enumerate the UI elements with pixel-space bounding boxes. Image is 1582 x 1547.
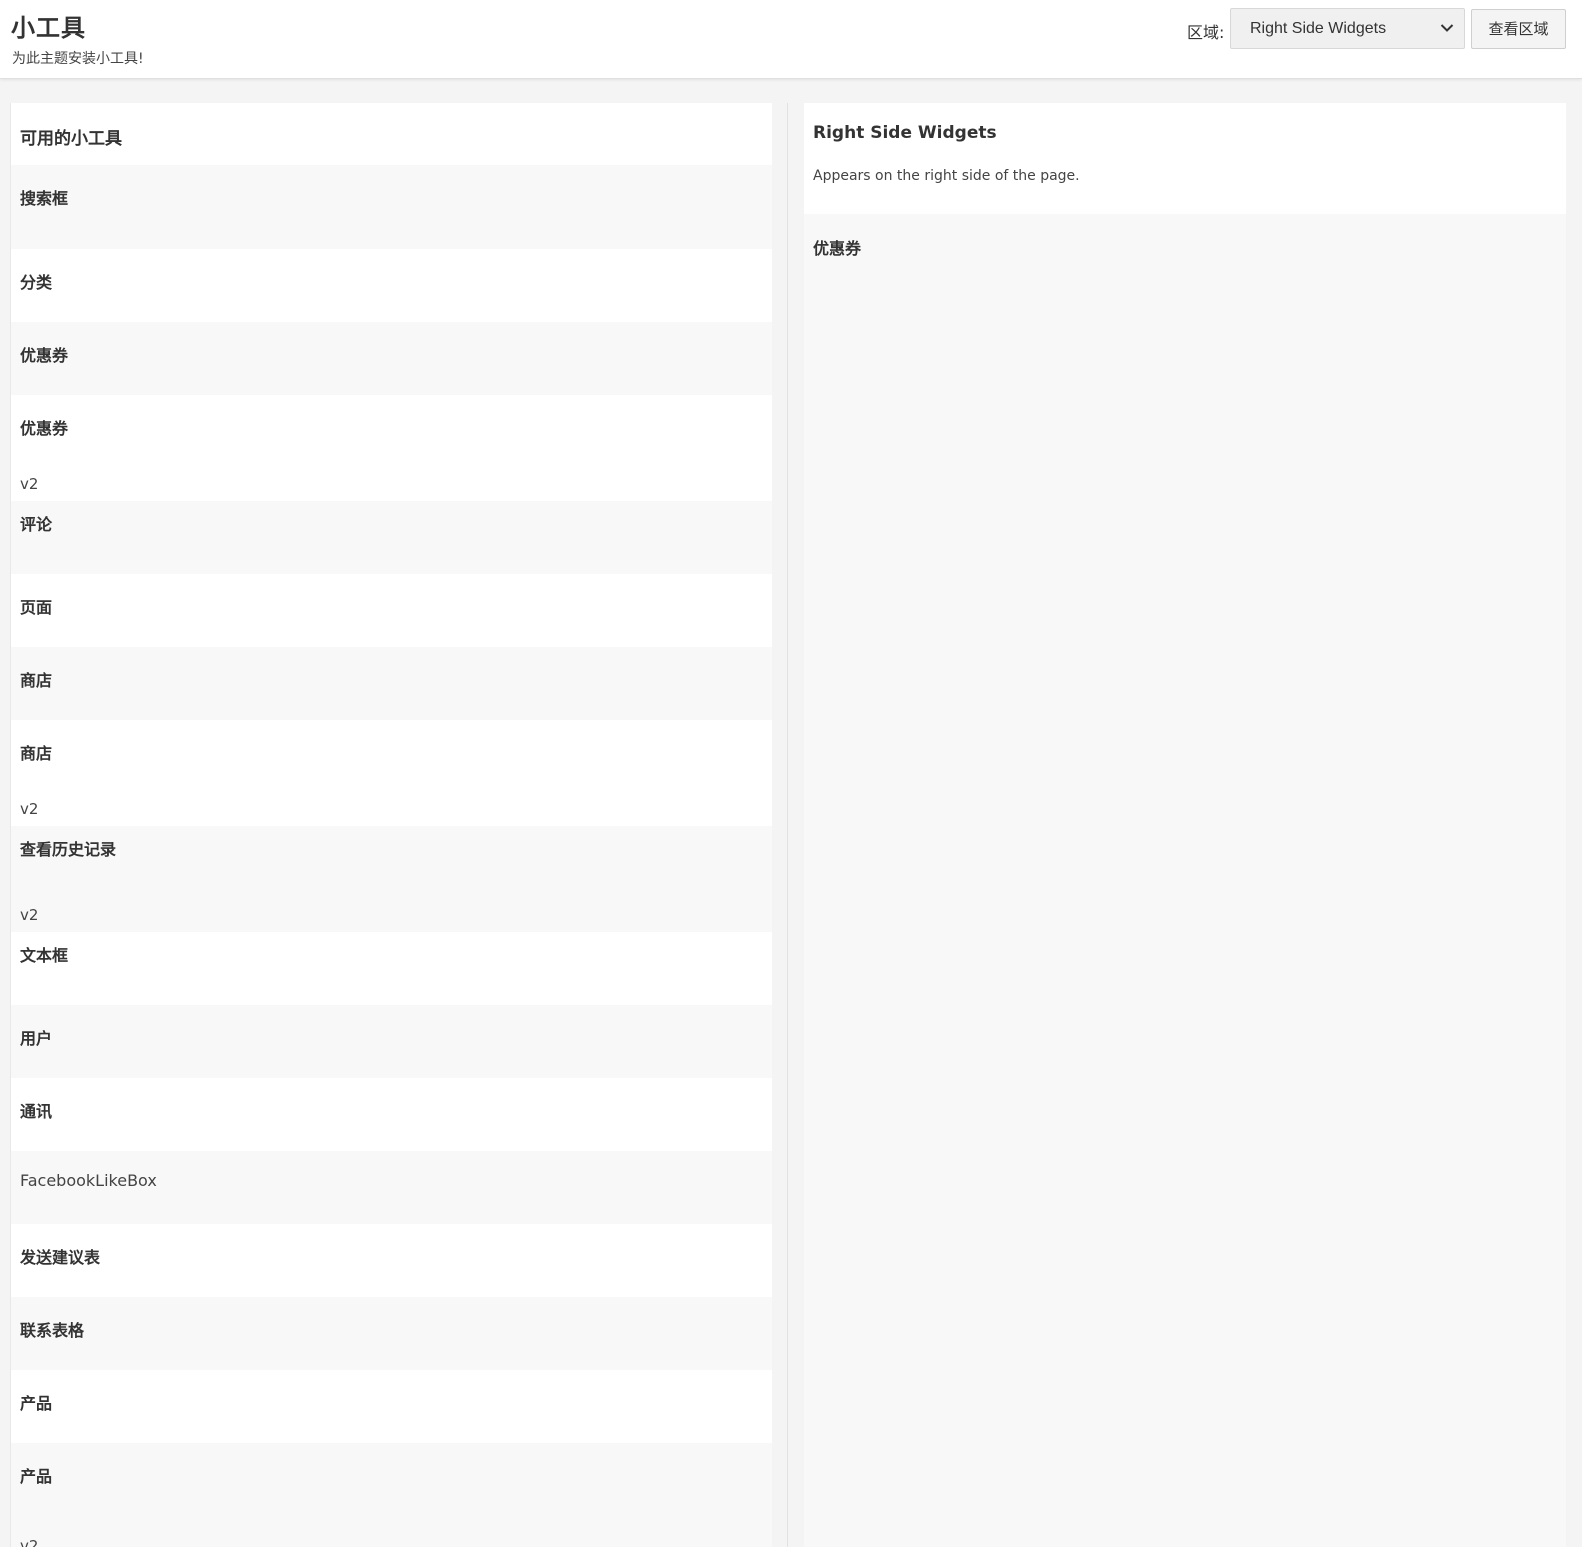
widget-title: 优惠券 xyxy=(20,419,69,438)
chevron-down-icon xyxy=(1440,24,1454,32)
widget-title: 评论 xyxy=(20,515,53,534)
widget-title: 页面 xyxy=(20,598,53,617)
widget-item[interactable]: 产品 xyxy=(11,1370,772,1443)
widget-title: 分类 xyxy=(20,273,53,292)
widget-item[interactable]: 联系表格 xyxy=(11,1297,772,1370)
available-widgets-heading: 可用的小工具 xyxy=(11,103,772,165)
widget-title: FacebookLikeBox xyxy=(20,1171,157,1190)
widget-item[interactable]: 通讯 xyxy=(11,1078,772,1151)
widget-item[interactable]: 优惠券 v2 xyxy=(11,395,772,501)
sidebar-header[interactable]: Right Side Widgets Appears on the right … xyxy=(804,103,1566,214)
widget-title: 文本框 xyxy=(20,946,69,965)
widget-version: v2 xyxy=(20,475,39,493)
widget-item[interactable]: 分类 xyxy=(11,249,772,322)
sidebar-panel: Right Side Widgets Appears on the right … xyxy=(804,103,1566,1547)
widget-item[interactable]: 产品 v2 xyxy=(11,1443,772,1547)
sidebar-name: Right Side Widgets xyxy=(813,123,997,143)
widget-item[interactable]: 搜索框 xyxy=(11,165,772,249)
available-widgets-panel: 可用的小工具 搜索框 分类 优惠券 优惠券 v2 评论 页面 商店 商店 v2 … xyxy=(10,103,772,1547)
widget-item[interactable]: 发送建议表 xyxy=(11,1224,772,1297)
widget-title: 优惠券 xyxy=(20,346,69,365)
sidebar-description: Appears on the right side of the page. xyxy=(813,168,1080,184)
page-title: 小工具 xyxy=(11,14,86,42)
page-header: 小工具 为此主题安装小工具! 区域: Right Side Widgets 查看… xyxy=(0,0,1582,79)
widget-title: 查看历史记录 xyxy=(20,840,117,859)
region-label: 区域: xyxy=(1187,23,1225,42)
widget-item[interactable]: 评论 xyxy=(11,501,772,574)
page-subtitle: 为此主题安装小工具! xyxy=(12,51,144,67)
widget-title: 商店 xyxy=(20,671,53,690)
widget-title: 用户 xyxy=(20,1029,53,1048)
widget-title: 搜索框 xyxy=(20,189,69,208)
widget-item[interactable]: FacebookLikeBox xyxy=(11,1151,772,1224)
sidebar-widget-item[interactable]: 优惠券 xyxy=(804,214,1566,259)
widget-version: v2 xyxy=(20,800,39,818)
panel-divider xyxy=(787,103,788,1547)
widget-item[interactable]: 页面 xyxy=(11,574,772,647)
widget-item[interactable]: 用户 xyxy=(11,1005,772,1078)
region-select-value: Right Side Widgets xyxy=(1250,20,1387,37)
widget-item[interactable]: 商店 xyxy=(11,647,772,720)
widget-item[interactable]: 查看历史记录 v2 xyxy=(11,826,772,932)
widget-title: 产品 xyxy=(20,1394,53,1413)
widget-version: v2 xyxy=(20,1537,39,1547)
region-select[interactable]: Right Side Widgets xyxy=(1230,8,1465,49)
widget-title: 商店 xyxy=(20,744,53,763)
view-region-button[interactable]: 查看区域 xyxy=(1471,9,1566,49)
widget-title: 发送建议表 xyxy=(20,1248,101,1267)
widget-title: 联系表格 xyxy=(20,1321,85,1340)
widget-item[interactable]: 商店 v2 xyxy=(11,720,772,826)
widget-version: v2 xyxy=(20,906,39,924)
widget-item[interactable]: 优惠券 xyxy=(11,322,772,395)
widget-title: 产品 xyxy=(20,1467,53,1486)
widget-title: 通讯 xyxy=(20,1102,53,1121)
widget-item[interactable]: 文本框 xyxy=(11,932,772,1005)
